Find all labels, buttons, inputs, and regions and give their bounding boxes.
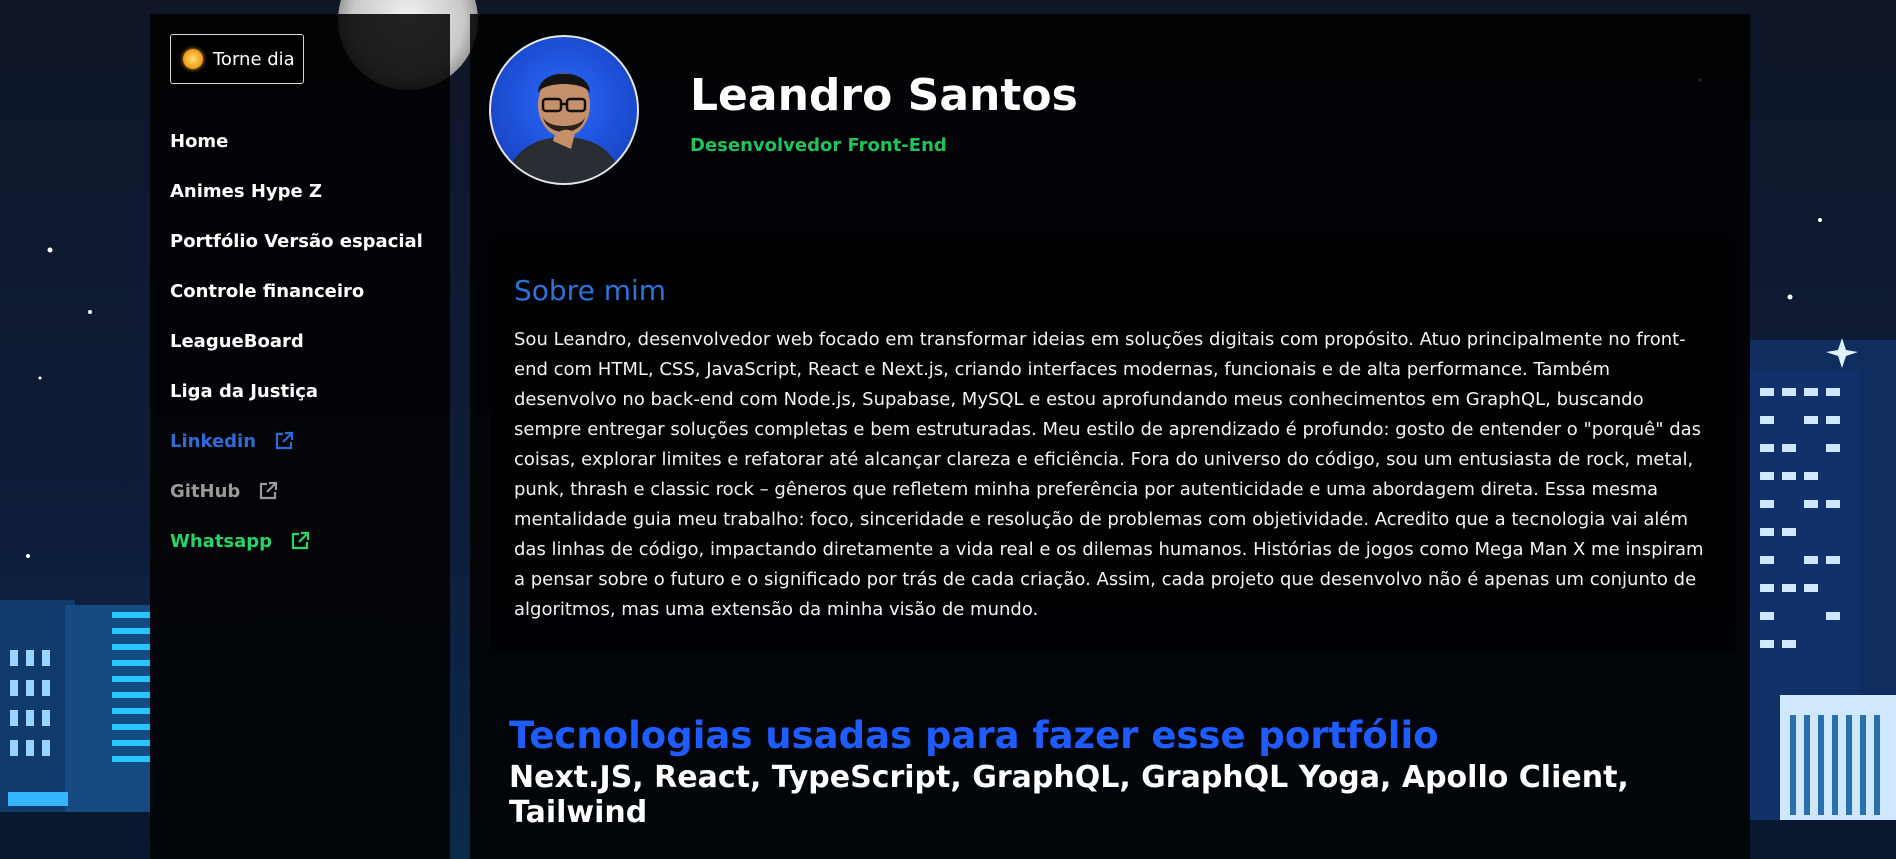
- sidebar-item-label[interactable]: Liga da Justiça: [170, 381, 318, 402]
- sidebar-nav: Home Animes Hype Z Portfólio Versão espa…: [170, 116, 423, 566]
- external-link-icon: [275, 431, 294, 450]
- sidebar-item-whatsapp[interactable]: Whatsapp: [170, 516, 423, 566]
- sidebar-item-linkedin[interactable]: Linkedin: [170, 416, 423, 466]
- sidebar-item-github[interactable]: GitHub: [170, 466, 423, 516]
- theme-toggle-label: Torne dia: [213, 48, 295, 70]
- external-link-icon: [260, 481, 278, 500]
- about-text: Sou Leandro, desenvolvedor web focado em…: [514, 329, 1704, 620]
- about-heading: Sobre mim: [514, 274, 667, 307]
- profile-name: Leandro Santos: [690, 70, 1078, 121]
- sidebar-item-label[interactable]: GitHub: [170, 481, 240, 502]
- profile-photo: [505, 73, 623, 183]
- sidebar-item-label[interactable]: Animes Hype Z: [170, 181, 322, 202]
- sidebar-item-label[interactable]: Home: [170, 131, 228, 152]
- tech-list: Next.JS, React, TypeScript, GraphQL, Gra…: [509, 760, 1629, 830]
- right-skyline: [1750, 340, 1896, 859]
- sidebar-item-animes-hype-z[interactable]: Animes Hype Z: [170, 166, 423, 216]
- sidebar-item-leagueboard[interactable]: LeagueBoard: [170, 316, 423, 366]
- profile-role: Desenvolvedor Front-End: [690, 135, 947, 156]
- sidebar-item-portfolio-espacial[interactable]: Portfólio Versão espacial: [170, 216, 423, 266]
- sidebar-item-label[interactable]: Portfólio Versão espacial: [170, 231, 423, 252]
- tech-title: Tecnologias usadas para fazer esse portf…: [509, 714, 1439, 757]
- main-content: Leandro Santos Desenvolvedor Front-End S…: [470, 14, 1750, 859]
- avatar: [489, 35, 639, 185]
- sidebar-item-label[interactable]: Linkedin: [170, 431, 256, 452]
- sidebar-item-liga-da-justica[interactable]: Liga da Justiça: [170, 366, 423, 416]
- sidebar-item-home[interactable]: Home: [170, 116, 423, 166]
- external-link-icon: [291, 531, 310, 550]
- sidebar: Torne dia Home Animes Hype Z Portfólio V…: [150, 14, 450, 859]
- sidebar-item-label[interactable]: Controle financeiro: [170, 281, 364, 302]
- theme-toggle-button[interactable]: Torne dia: [170, 34, 304, 84]
- left-skyline: [0, 600, 150, 859]
- sidebar-item-label[interactable]: LeagueBoard: [170, 331, 304, 352]
- sidebar-item-label[interactable]: Whatsapp: [170, 531, 272, 552]
- sun-icon: [183, 49, 203, 69]
- sidebar-item-controle-financeiro[interactable]: Controle financeiro: [170, 266, 423, 316]
- about-section: Sobre mim Sou Leandro, desenvolvedor web…: [490, 234, 1735, 654]
